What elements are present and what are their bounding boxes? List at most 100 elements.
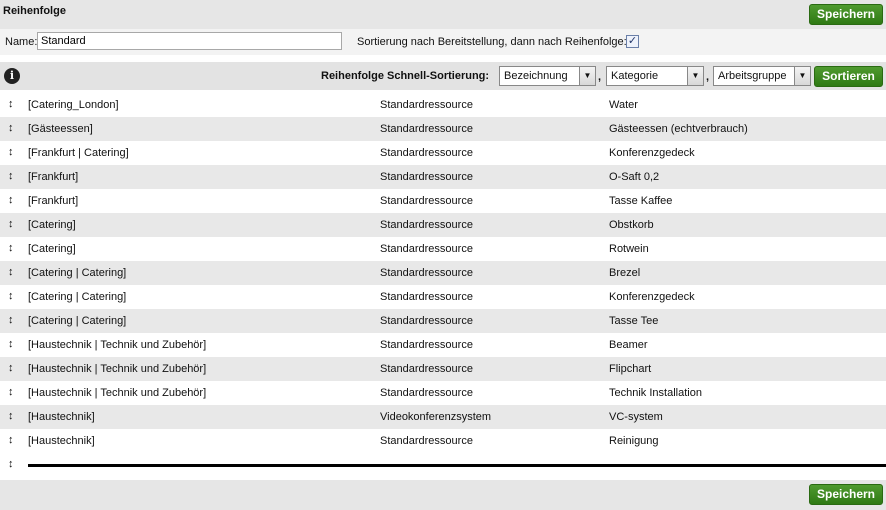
drag-handle-icon[interactable]: ↕	[8, 410, 14, 422]
item-name: Konferenzgedeck	[609, 291, 695, 303]
item-name: Beamer	[609, 339, 648, 351]
item-group: [Haustechnik | Technik und Zubehör]	[28, 339, 207, 351]
quick-sort-bar: i Reihenfolge Schnell-Sortierung: Bezeic…	[0, 62, 886, 90]
item-resource: Standardressource	[380, 195, 473, 207]
item-resource: Standardressource	[380, 291, 473, 303]
name-label: Name:	[5, 36, 38, 48]
item-group: [Frankfurt | Catering]	[28, 147, 129, 159]
sort-button[interactable]: Sortieren	[814, 66, 883, 87]
list-item[interactable]: ↕ [Gästeessen] Standardressource Gästeessen…	[0, 117, 886, 141]
item-name: Tasse Kaffee	[609, 195, 673, 207]
sort-select-1-value: Bezeichnung	[504, 70, 568, 82]
drop-target-row[interactable]: ↕	[0, 455, 886, 475]
item-name: Brezel	[609, 267, 641, 279]
list-item[interactable]: ↕ [Catering] Standardressource Rotwein	[0, 237, 886, 261]
item-group: [Catering | Catering]	[28, 267, 127, 279]
item-resource: Standardressource	[380, 243, 473, 255]
save-button-bottom[interactable]: Speichern	[809, 484, 883, 505]
item-group: [Gästeessen]	[28, 123, 93, 135]
chevron-down-icon: ▼	[579, 67, 595, 85]
save-button-top[interactable]: Speichern	[809, 4, 883, 25]
name-input[interactable]	[37, 32, 342, 50]
item-group: [Haustechnik]	[28, 435, 95, 447]
item-resource: Standardressource	[380, 387, 473, 399]
item-name: Technik Installation	[609, 387, 702, 399]
drag-handle-icon[interactable]: ↕	[8, 434, 14, 446]
item-resource: Standardressource	[380, 147, 473, 159]
item-name: Gästeessen (echtverbrauch)	[609, 123, 748, 135]
drag-handle-icon[interactable]: ↕	[8, 266, 14, 278]
quick-sort-label: Reihenfolge Schnell-Sortierung:	[321, 70, 490, 82]
item-group: [Frankfurt]	[28, 171, 79, 183]
drag-handle-icon[interactable]: ↕	[8, 458, 14, 470]
drag-handle-icon[interactable]: ↕	[8, 314, 14, 326]
item-name: Konferenzgedeck	[609, 147, 695, 159]
item-group: [Catering]	[28, 219, 76, 231]
separator: ,	[706, 71, 710, 83]
item-resource: Standardressource	[380, 435, 473, 447]
item-resource: Standardressource	[380, 339, 473, 351]
list-item[interactable]: ↕ [Haustechnik | Technik und Zubehör] Stan…	[0, 357, 886, 381]
item-group: [Catering]	[28, 243, 76, 255]
chevron-down-icon: ▼	[794, 67, 810, 85]
list-item[interactable]: ↕ [Catering | Catering] Standardressource T…	[0, 309, 886, 333]
drag-handle-icon[interactable]: ↕	[8, 338, 14, 350]
item-name: Tasse Tee	[609, 315, 659, 327]
item-name: VC-system	[609, 411, 663, 423]
item-resource: Standardressource	[380, 315, 473, 327]
footer-bar: Speichern	[0, 480, 886, 510]
item-name: Water	[609, 99, 638, 111]
list-item[interactable]: ↕ [Frankfurt] Standardressource O-Saft 0,2	[0, 165, 886, 189]
chevron-down-icon: ▼	[687, 67, 703, 85]
list-item[interactable]: ↕ [Catering_London] Standardressource Water	[0, 93, 886, 117]
sort-select-3-value: Arbeitsgruppe	[718, 70, 787, 82]
drag-handle-icon[interactable]: ↕	[8, 98, 14, 110]
item-resource: Standardressource	[380, 363, 473, 375]
item-group: [Haustechnik | Technik und Zubehör]	[28, 363, 207, 375]
list-item[interactable]: ↕ [Frankfurt] Standardressource Tasse Kaffe…	[0, 189, 886, 213]
list-item[interactable]: ↕ [Haustechnik | Technik und Zubehör] Stan…	[0, 381, 886, 405]
list-item[interactable]: ↕ [Haustechnik] Videokonferenzsystem VC-sys…	[0, 405, 886, 429]
item-name: O-Saft 0,2	[609, 171, 660, 183]
drag-handle-icon[interactable]: ↕	[8, 194, 14, 206]
list-item[interactable]: ↕ [Haustechnik] Standardressource Reinigung	[0, 429, 886, 453]
page-title: Reihenfolge	[3, 5, 66, 17]
order-list: ↕ [Catering_London] Standardressource Water…	[0, 93, 886, 453]
drag-handle-icon[interactable]: ↕	[8, 122, 14, 134]
sort-option-checkbox[interactable]: ✓	[626, 35, 639, 48]
item-name: Flipchart	[609, 363, 652, 375]
list-item[interactable]: ↕ [Catering] Standardressource Obstkorb	[0, 213, 886, 237]
drag-handle-icon[interactable]: ↕	[8, 386, 14, 398]
list-item[interactable]: ↕ [Catering | Catering] Standardressource K…	[0, 285, 886, 309]
header-bar: Reihenfolge Speichern	[0, 0, 886, 29]
item-group: [Catering | Catering]	[28, 315, 127, 327]
item-resource: Standardressource	[380, 99, 473, 111]
sort-select-1[interactable]: Bezeichnung ▼	[499, 66, 596, 86]
drag-handle-icon[interactable]: ↕	[8, 146, 14, 158]
list-item[interactable]: ↕ [Frankfurt | Catering] Standardressource…	[0, 141, 886, 165]
list-item[interactable]: ↕ [Catering | Catering] Standardressource B…	[0, 261, 886, 285]
drag-handle-icon[interactable]: ↕	[8, 290, 14, 302]
drag-handle-icon[interactable]: ↕	[8, 362, 14, 374]
drop-indicator-line	[28, 464, 886, 467]
drag-handle-icon[interactable]: ↕	[8, 218, 14, 230]
item-name: Rotwein	[609, 243, 649, 255]
drag-handle-icon[interactable]: ↕	[8, 170, 14, 182]
name-row: Name: Sortierung nach Bereitstellung, da…	[0, 29, 886, 55]
item-name: Reinigung	[609, 435, 659, 447]
item-resource: Standardressource	[380, 171, 473, 183]
item-group: [Frankfurt]	[28, 195, 79, 207]
item-resource: Standardressource	[380, 219, 473, 231]
item-name: Obstkorb	[609, 219, 654, 231]
sort-select-3[interactable]: Arbeitsgruppe ▼	[713, 66, 811, 86]
info-icon[interactable]: i	[4, 68, 20, 84]
item-resource: Standardressource	[380, 267, 473, 279]
drag-handle-icon[interactable]: ↕	[8, 242, 14, 254]
sort-select-2[interactable]: Kategorie ▼	[606, 66, 704, 86]
item-group: [Haustechnik | Technik und Zubehör]	[28, 387, 207, 399]
list-item[interactable]: ↕ [Haustechnik | Technik und Zubehör] Stan…	[0, 333, 886, 357]
sort-select-2-value: Kategorie	[611, 70, 659, 82]
sort-option-label: Sortierung nach Bereitstellung, dann nac…	[357, 36, 627, 48]
separator: ,	[598, 71, 602, 83]
item-group: [Haustechnik]	[28, 411, 95, 423]
